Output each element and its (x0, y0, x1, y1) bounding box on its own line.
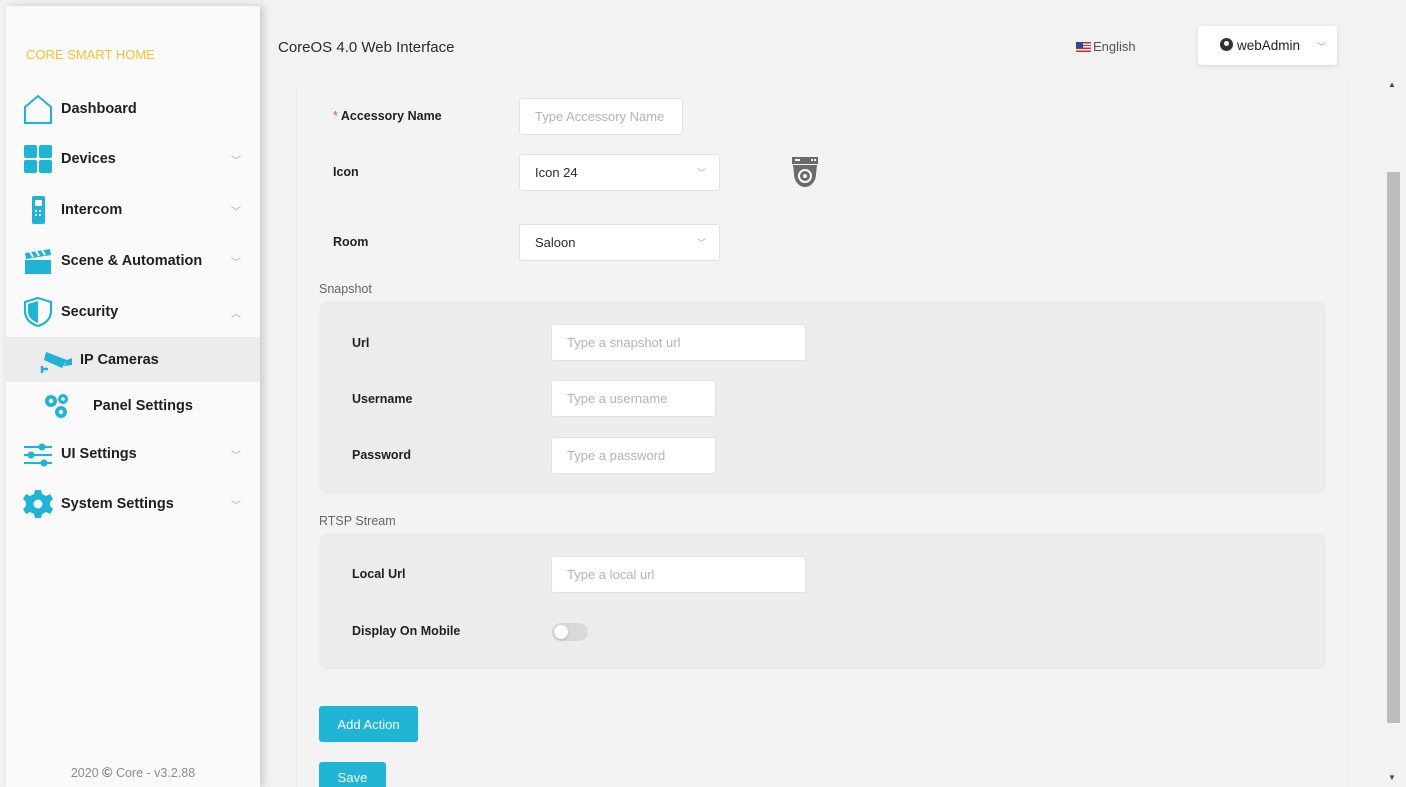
user-icon (1220, 38, 1233, 51)
language-label: English (1093, 39, 1136, 54)
user-name: webAdmin (1237, 38, 1301, 53)
sidebar-item-devices[interactable]: Devices ﹀ (6, 137, 260, 181)
icon-select-value: Icon 24 (535, 165, 578, 180)
snapshot-password-placeholder: Type a password (567, 448, 666, 463)
scrollbar-thumb[interactable] (1387, 172, 1400, 723)
chevron-up-icon: ︿ (231, 308, 241, 320)
snapshot-password-label: Password (352, 448, 412, 462)
icon-label: Icon (333, 165, 359, 179)
sidebar-item-scene-automation[interactable]: Scene & Automation ﹀ (6, 239, 260, 283)
accessory-name-label: * Accessory Name (333, 109, 442, 123)
rtsp-panel (319, 533, 1326, 669)
rtsp-section-title: RTSP Stream (319, 514, 396, 528)
intercom-icon (22, 194, 54, 226)
chevron-down-icon: ﹀ (696, 168, 706, 178)
chevron-down-icon: ﹀ (1317, 42, 1327, 52)
sidebar-item-label: System Settings (61, 496, 174, 512)
snapshot-username-label: Username (352, 392, 413, 406)
save-button[interactable]: Save (319, 762, 386, 787)
camera-icon (40, 346, 74, 374)
grid-icon (22, 143, 54, 175)
chevron-down-icon: ﹀ (231, 155, 241, 167)
add-action-button[interactable]: Add Action (319, 706, 418, 742)
sidebar-footer: 2020 © Core - v3.2.88 (6, 764, 260, 780)
rtsp-local-url-placeholder: Type a local url (567, 567, 655, 582)
snapshot-url-label: Url (352, 336, 370, 350)
home-icon (22, 93, 54, 125)
sidebar-item-label: Devices (61, 151, 116, 167)
us-flag-icon (1076, 41, 1091, 52)
gears-icon (40, 392, 74, 420)
chevron-down-icon: ﹀ (231, 257, 241, 269)
user-menu-button[interactable]: webAdmin ﹀ (1198, 26, 1337, 65)
sidebar-item-label: Panel Settings (93, 397, 193, 414)
snapshot-username-input[interactable]: Type a username (551, 380, 716, 417)
snapshot-url-placeholder: Type a snapshot url (567, 335, 681, 350)
sidebar-item-security[interactable]: Security ︿ (6, 290, 260, 334)
accessory-name-input[interactable]: Type Accessory Name (519, 98, 683, 135)
rtsp-local-url-input[interactable]: Type a local url (551, 556, 806, 593)
sidebar: CORE SMART HOME Dashboard Devices ﹀ Inte… (6, 6, 260, 787)
sidebar-item-label: UI Settings (61, 446, 137, 462)
toggle-knob (554, 625, 568, 639)
sidebar-item-system-settings[interactable]: System Settings ﹀ (6, 482, 260, 526)
sidebar-item-ip-cameras[interactable]: IP Cameras (6, 337, 260, 382)
copyright-icon: © (102, 764, 113, 780)
display-on-mobile-label: Display On Mobile (352, 624, 461, 638)
chevron-down-icon: ﹀ (696, 238, 706, 248)
snapshot-username-placeholder: Type a username (567, 391, 668, 406)
snapshot-panel (319, 301, 1326, 494)
shield-icon (22, 296, 54, 328)
page-title: CoreOS 4.0 Web Interface (278, 39, 455, 56)
sidebar-item-label: IP Cameras (80, 351, 159, 368)
brand-logo: CORE SMART HOME (26, 47, 155, 62)
sidebar-item-intercom[interactable]: Intercom ﹀ (6, 188, 260, 232)
sidebar-item-label: Scene & Automation (61, 253, 203, 269)
chevron-down-icon: ﹀ (231, 206, 241, 218)
sidebar-item-label: Dashboard (61, 101, 137, 117)
room-select-value: Saloon (535, 235, 576, 250)
rtsp-local-url-label: Local Url (352, 567, 406, 581)
footer-version: Core - v3.2.88 (115, 766, 196, 780)
header: CoreOS 4.0 Web Interface English webAdmi… (260, 6, 1406, 84)
required-mark: * (333, 109, 338, 123)
room-label: Room (333, 235, 369, 249)
accessory-name-placeholder: Type Accessory Name (535, 109, 665, 124)
sidebar-item-panel-settings[interactable]: Panel Settings (6, 383, 260, 428)
chevron-down-icon: ﹀ (231, 500, 241, 512)
sidebar-item-dashboard[interactable]: Dashboard (6, 87, 260, 131)
footer-year: 2020 (70, 766, 99, 780)
sidebar-item-label: Security (61, 304, 119, 320)
sidebar-item-label: Intercom (61, 202, 123, 218)
language-selector[interactable]: English (1076, 39, 1136, 54)
sliders-icon (22, 438, 54, 470)
snapshot-password-input[interactable]: Type a password (551, 437, 716, 474)
chevron-down-icon: ﹀ (231, 450, 241, 462)
sidebar-item-ui-settings[interactable]: UI Settings ﹀ (6, 432, 260, 476)
clapperboard-icon (22, 245, 54, 277)
icon-select[interactable]: Icon 24 ﹀ (519, 154, 720, 191)
snapshot-section-title: Snapshot (319, 282, 372, 296)
gear-icon (22, 488, 54, 520)
scroll-down-arrow-icon[interactable]: ▼ (1388, 773, 1396, 782)
snapshot-url-input[interactable]: Type a snapshot url (551, 324, 806, 361)
display-on-mobile-toggle[interactable] (552, 623, 588, 641)
security-camera-icon (790, 156, 820, 188)
scroll-up-arrow-icon[interactable]: ▲ (1388, 80, 1396, 89)
room-select[interactable]: Saloon ﹀ (519, 224, 720, 261)
